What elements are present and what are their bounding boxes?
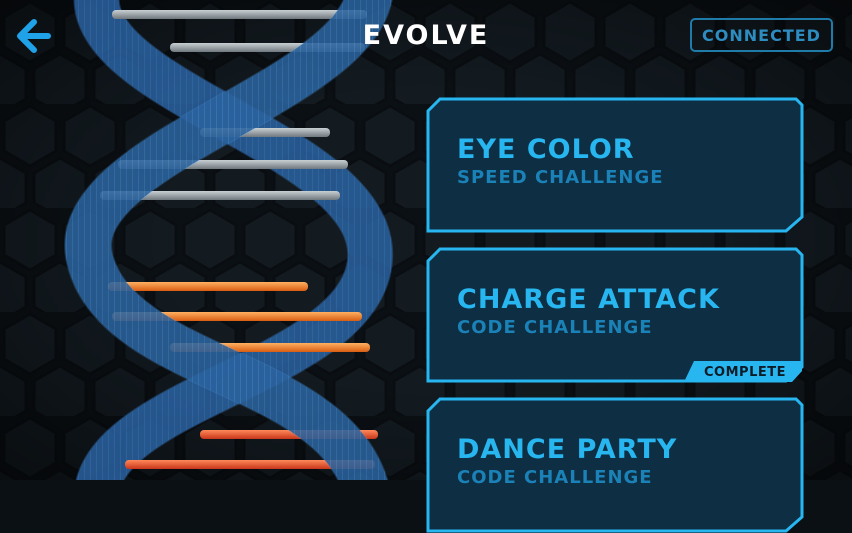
challenge-name: EYE COLOR xyxy=(457,134,635,165)
card-frame xyxy=(426,397,804,533)
dna-helix xyxy=(64,0,394,480)
challenge-card-dance-party[interactable]: DANCE PARTY CODE CHALLENGE xyxy=(426,397,804,533)
connection-status: CONNECTED xyxy=(690,18,833,52)
challenge-type: CODE CHALLENGE xyxy=(457,467,653,488)
challenge-name: CHARGE ATTACK xyxy=(457,284,720,315)
complete-badge: COMPLETE xyxy=(704,364,786,380)
challenge-type: CODE CHALLENGE xyxy=(457,317,653,338)
challenge-card-eye-color[interactable]: EYE COLOR SPEED CHALLENGE xyxy=(426,97,804,233)
challenge-type: SPEED CHALLENGE xyxy=(457,167,664,188)
card-frame xyxy=(426,97,804,233)
challenge-name: DANCE PARTY xyxy=(457,434,678,465)
